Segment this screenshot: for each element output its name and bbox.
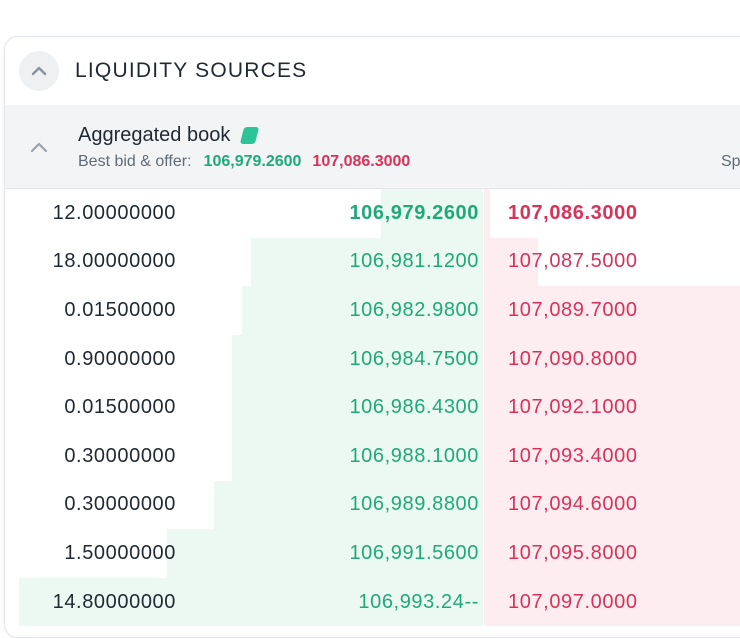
ask-price-cell: 107,092.1000 xyxy=(508,396,638,419)
quantity-cell: 0.30000000 xyxy=(64,493,176,516)
best-offer-value: 107,086.3000 xyxy=(312,153,411,170)
order-book-row[interactable]: 14.80000000 106,993.24-- 107,097.0000 xyxy=(5,577,740,627)
book-title: Aggregated book xyxy=(78,124,231,146)
spread-label: Sp xyxy=(721,153,740,170)
chevron-up-icon xyxy=(30,142,48,153)
book-title-row: Aggregated book xyxy=(78,124,260,147)
ask-price-cell: 107,086.3000 xyxy=(508,201,638,224)
bid-price-cell: 106,988.1000 xyxy=(349,444,479,467)
bid-price-cell: 106,986.4300 xyxy=(349,396,479,419)
order-book-row[interactable]: 0.90000000 106,984.7500 107,090.8000 xyxy=(5,334,740,384)
order-book-row[interactable]: 0.30000000 106,989.8800 107,094.6000 xyxy=(5,480,740,530)
order-book-row[interactable]: 18.00000000 106,981.1200 107,087.5000 xyxy=(5,237,740,287)
ask-price-cell: 107,089.7000 xyxy=(508,298,638,321)
bid-price-cell: 106,989.8800 xyxy=(349,493,479,516)
order-book-row[interactable]: 0.01500000 106,986.4300 107,092.1000 xyxy=(5,383,740,432)
ask-price-cell: 107,097.0000 xyxy=(508,590,638,613)
bid-price-cell: 106,984.7500 xyxy=(349,347,479,370)
panel-title: LIQUIDITY SOURCES xyxy=(75,59,308,82)
order-book-row[interactable]: 0.01500000 106,982.9800 107,089.7000 xyxy=(5,286,740,335)
collapse-book-button[interactable] xyxy=(27,137,51,157)
bid-price-cell: 106,993.24-- xyxy=(358,590,479,613)
ask-price-cell: 107,087.5000 xyxy=(508,250,638,273)
aggregated-book-header[interactable]: Aggregated book Best bid & offer: 106,97… xyxy=(5,105,740,189)
bid-price-cell: 106,982.9800 xyxy=(349,298,479,321)
ask-price-cell: 107,090.8000 xyxy=(508,347,638,370)
collapse-panel-button[interactable] xyxy=(19,51,59,91)
quantity-cell: 12.00000000 xyxy=(52,201,176,224)
panel-header: LIQUIDITY SOURCES xyxy=(5,37,740,106)
ask-price-cell: 107,095.8000 xyxy=(508,541,638,564)
bid-price-cell: 106,981.1200 xyxy=(349,250,479,273)
chevron-up-icon xyxy=(31,66,47,76)
ask-price-cell: 107,093.4000 xyxy=(508,444,638,467)
order-book-row[interactable]: 12.00000000 106,979.2600 107,086.3000 xyxy=(5,189,740,238)
best-bid-value: 106,979.2600 xyxy=(203,153,302,170)
order-book-row[interactable]: 1.50000000 106,991.5600 107,095.8000 xyxy=(5,529,740,578)
bbo-label: Best bid & offer: xyxy=(78,153,192,170)
order-book-rows: 12.00000000 106,979.2600 107,086.3000 18.00… xyxy=(5,189,740,637)
bid-price-cell: 106,979.2600 xyxy=(349,201,479,224)
quantity-cell: 0.30000000 xyxy=(64,444,176,467)
quantity-cell: 0.01500000 xyxy=(64,298,176,321)
ask-depth-bar xyxy=(484,189,490,238)
quantity-cell: 18.00000000 xyxy=(52,250,176,273)
quantity-cell: 14.80000000 xyxy=(52,590,176,613)
quantity-cell: 1.50000000 xyxy=(64,541,176,564)
liquidity-sources-panel: LIQUIDITY SOURCES Aggregated book Best b… xyxy=(4,36,740,638)
quantity-cell: 0.90000000 xyxy=(64,347,176,370)
best-bid-offer: Best bid & offer: 106,979.2600 107,086.3… xyxy=(78,153,410,171)
order-book-row[interactable]: 0.30000000 106,988.1000 107,093.4000 xyxy=(5,432,740,481)
ask-price-cell: 107,094.6000 xyxy=(508,493,638,516)
quantity-cell: 0.01500000 xyxy=(64,396,176,419)
bid-price-cell: 106,991.5600 xyxy=(349,541,479,564)
tag-icon xyxy=(240,127,260,144)
